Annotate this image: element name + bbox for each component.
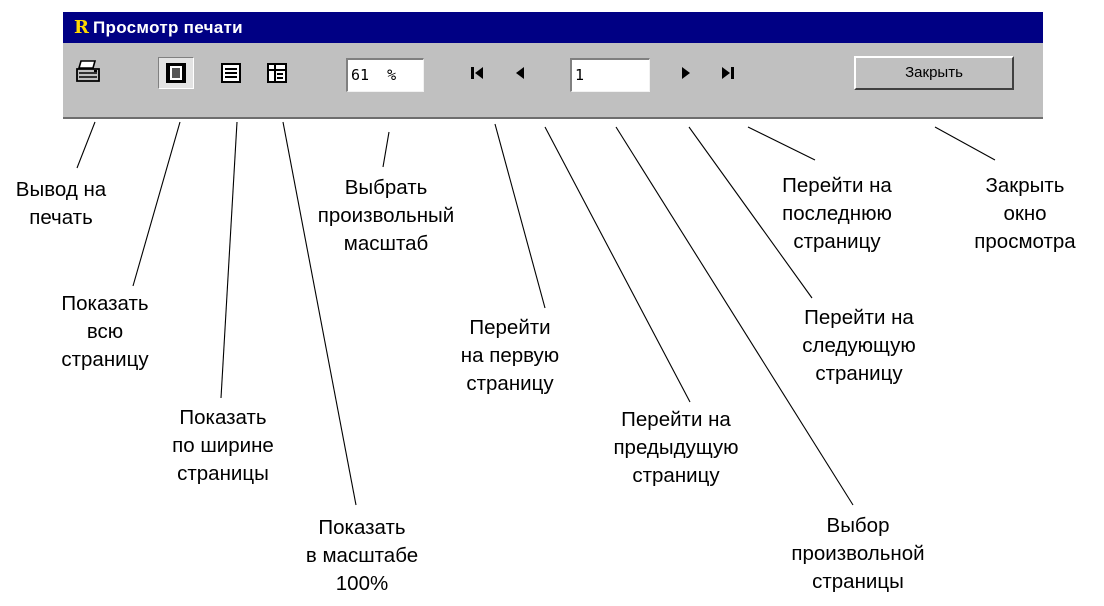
label-whole-page: Показать всю страницу [61, 292, 149, 371]
label-close-window: Закрыть окно просмотра [974, 174, 1076, 253]
leader-page-width [220, 121, 238, 399]
label-custom-scale: Выбрать произвольный масштаб [317, 176, 455, 255]
leader-print [76, 121, 96, 169]
leader-last-page [747, 126, 816, 161]
leader-close-window [934, 126, 996, 161]
label-scale-100: Показать в масштабе 100% [305, 516, 419, 595]
label-next-page: Перейти на следующую страницу [802, 306, 916, 385]
label-prev-page: Перейти на предыдущую страницу [613, 408, 739, 487]
label-first-page: Перейти на первую страницу [460, 316, 560, 395]
leader-custom-scale [382, 131, 390, 168]
label-page-width: Показать по ширине страницы [172, 406, 274, 485]
leader-whole-page [132, 121, 181, 287]
leader-first-page [494, 123, 546, 309]
label-print: Вывод на печать [15, 178, 107, 229]
label-last-page: Перейти на последнюю страницу [782, 174, 892, 253]
label-choose-page: Выбор произвольной страницы [791, 514, 925, 593]
